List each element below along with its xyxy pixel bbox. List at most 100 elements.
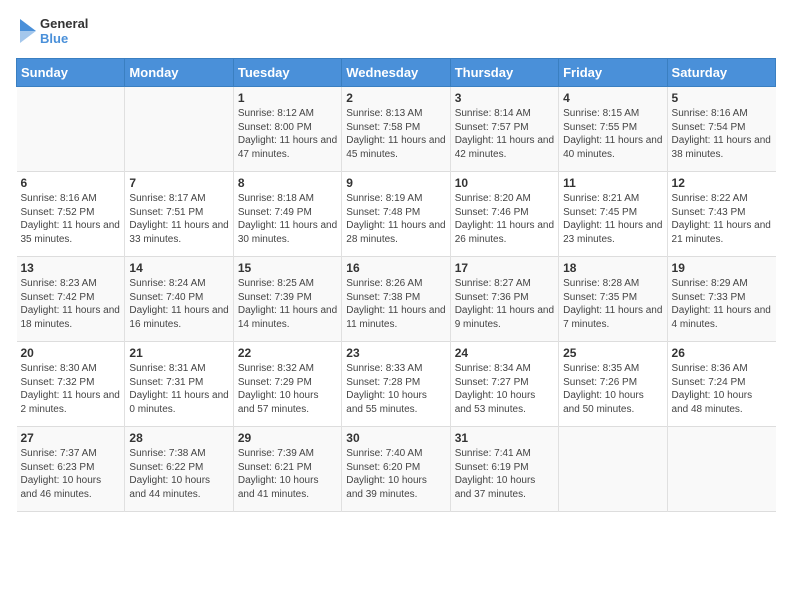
calendar-cell: 1 Sunrise: 8:12 AMSunset: 8:00 PMDaylight… xyxy=(233,87,341,172)
day-info: Sunrise: 8:15 AMSunset: 7:55 PMDaylight:… xyxy=(563,107,662,161)
day-number: 29 xyxy=(238,431,337,445)
calendar-cell: 3Sunrise: 8:14 AMSunset: 7:57 PMDaylight… xyxy=(450,87,558,172)
day-number: 16 xyxy=(346,261,445,275)
calendar-week-5: 27Sunrise: 7:37 AMSunset: 6:23 PMDayligh… xyxy=(17,427,776,512)
calendar-cell: 10 Sunrise: 8:20 AMSunset: 7:46 PMDayligh… xyxy=(450,172,558,257)
day-info: Sunrise: 7:38 AMSunset: 6:22 PMDaylight:… xyxy=(129,447,228,501)
day-info: Sunrise: 8:20 AMSunset: 7:46 PMDaylight:… xyxy=(455,192,554,246)
day-info: Sunrise: 8:27 AMSunset: 7:36 PMDaylight:… xyxy=(455,277,554,331)
day-number: 21 xyxy=(129,346,228,360)
calendar-cell: 16 Sunrise: 8:26 AMSunset: 7:38 PMDayligh… xyxy=(342,257,450,342)
calendar-cell: 8Sunrise: 8:18 AMSunset: 7:49 PMDaylight… xyxy=(233,172,341,257)
day-number: 23 xyxy=(346,346,445,360)
calendar-cell: 14 Sunrise: 8:24 AMSunset: 7:40 PMDayligh… xyxy=(125,257,233,342)
calendar-cell: 23 Sunrise: 8:33 AMSunset: 7:28 PMDayligh… xyxy=(342,342,450,427)
day-number: 2 xyxy=(346,91,445,105)
day-number: 4 xyxy=(563,91,662,105)
calendar-cell: 13 Sunrise: 8:23 AMSunset: 7:42 PMDayligh… xyxy=(17,257,125,342)
day-number: 10 xyxy=(455,176,554,190)
day-number: 27 xyxy=(21,431,121,445)
calendar-cell: 12 Sunrise: 8:22 AMSunset: 7:43 PMDayligh… xyxy=(667,172,775,257)
day-info: Sunrise: 8:16 AMSunset: 7:52 PMDaylight:… xyxy=(21,192,121,246)
day-info: Sunrise: 8:21 AMSunset: 7:45 PMDaylight:… xyxy=(563,192,662,246)
day-info: Sunrise: 8:13 AMSunset: 7:58 PMDaylight:… xyxy=(346,107,445,161)
day-info: Sunrise: 8:25 AMSunset: 7:39 PMDaylight:… xyxy=(238,277,337,331)
day-info: Sunrise: 8:14 AMSunset: 7:57 PMDaylight:… xyxy=(455,107,554,161)
day-info: Sunrise: 8:28 AMSunset: 7:35 PMDaylight:… xyxy=(563,277,662,331)
calendar-cell: 2 Sunrise: 8:13 AMSunset: 7:58 PMDaylight… xyxy=(342,87,450,172)
day-info: Sunrise: 8:24 AMSunset: 7:40 PMDaylight:… xyxy=(129,277,228,331)
calendar-cell xyxy=(17,87,125,172)
day-info: Sunrise: 8:31 AMSunset: 7:31 PMDaylight:… xyxy=(129,362,228,416)
day-number: 26 xyxy=(672,346,772,360)
calendar-cell: 18 Sunrise: 8:28 AMSunset: 7:35 PMDayligh… xyxy=(559,257,667,342)
day-info: Sunrise: 8:12 AMSunset: 8:00 PMDaylight:… xyxy=(238,107,337,161)
day-info: Sunrise: 8:22 AMSunset: 7:43 PMDaylight:… xyxy=(672,192,772,246)
day-number: 22 xyxy=(238,346,337,360)
header-sunday: Sunday xyxy=(17,59,125,87)
header-saturday: Saturday xyxy=(667,59,775,87)
calendar-cell: 27Sunrise: 7:37 AMSunset: 6:23 PMDayligh… xyxy=(17,427,125,512)
calendar-cell xyxy=(559,427,667,512)
day-info: Sunrise: 8:16 AMSunset: 7:54 PMDaylight:… xyxy=(672,107,772,161)
day-info: Sunrise: 8:29 AMSunset: 7:33 PMDaylight:… xyxy=(672,277,772,331)
day-number: 5 xyxy=(672,91,772,105)
calendar-cell: 7Sunrise: 8:17 AMSunset: 7:51 PMDaylight… xyxy=(125,172,233,257)
day-info: Sunrise: 8:36 AMSunset: 7:24 PMDaylight:… xyxy=(672,362,772,416)
header-tuesday: Tuesday xyxy=(233,59,341,87)
day-info: Sunrise: 8:26 AMSunset: 7:38 PMDaylight:… xyxy=(346,277,445,331)
logo-blue-text: Blue xyxy=(40,31,88,46)
calendar-cell: 26 Sunrise: 8:36 AMSunset: 7:24 PMDayligh… xyxy=(667,342,775,427)
day-info: Sunrise: 8:23 AMSunset: 7:42 PMDaylight:… xyxy=(21,277,121,331)
calendar-cell: 5 Sunrise: 8:16 AMSunset: 7:54 PMDaylight… xyxy=(667,87,775,172)
day-number: 15 xyxy=(238,261,337,275)
calendar-cell: 29 Sunrise: 7:39 AMSunset: 6:21 PMDayligh… xyxy=(233,427,341,512)
calendar-cell: 15 Sunrise: 8:25 AMSunset: 7:39 PMDayligh… xyxy=(233,257,341,342)
header-thursday: Thursday xyxy=(450,59,558,87)
day-number: 19 xyxy=(672,261,772,275)
calendar-cell: 20 Sunrise: 8:30 AMSunset: 7:32 PMDayligh… xyxy=(17,342,125,427)
day-number: 11 xyxy=(563,176,662,190)
day-number: 24 xyxy=(455,346,554,360)
day-info: Sunrise: 7:40 AMSunset: 6:20 PMDaylight:… xyxy=(346,447,445,501)
calendar-cell: 4 Sunrise: 8:15 AMSunset: 7:55 PMDaylight… xyxy=(559,87,667,172)
calendar-week-4: 20 Sunrise: 8:30 AMSunset: 7:32 PMDayligh… xyxy=(17,342,776,427)
calendar-cell: 25Sunrise: 8:35 AMSunset: 7:26 PMDayligh… xyxy=(559,342,667,427)
day-number: 20 xyxy=(21,346,121,360)
day-number: 8 xyxy=(238,176,337,190)
header-monday: Monday xyxy=(125,59,233,87)
calendar-cell xyxy=(125,87,233,172)
day-info: Sunrise: 8:19 AMSunset: 7:48 PMDaylight:… xyxy=(346,192,445,246)
calendar-cell xyxy=(667,427,775,512)
calendar-week-1: 1 Sunrise: 8:12 AMSunset: 8:00 PMDaylight… xyxy=(17,87,776,172)
calendar-cell: 6 Sunrise: 8:16 AMSunset: 7:52 PMDaylight… xyxy=(17,172,125,257)
calendar-cell: 31Sunrise: 7:41 AMSunset: 6:19 PMDayligh… xyxy=(450,427,558,512)
day-number: 17 xyxy=(455,261,554,275)
day-number: 6 xyxy=(21,176,121,190)
day-info: Sunrise: 8:33 AMSunset: 7:28 PMDaylight:… xyxy=(346,362,445,416)
day-number: 14 xyxy=(129,261,228,275)
day-info: Sunrise: 8:32 AMSunset: 7:29 PMDaylight:… xyxy=(238,362,337,416)
calendar-cell: 11 Sunrise: 8:21 AMSunset: 7:45 PMDayligh… xyxy=(559,172,667,257)
day-info: Sunrise: 7:41 AMSunset: 6:19 PMDaylight:… xyxy=(455,447,554,501)
calendar-cell: 24 Sunrise: 8:34 AMSunset: 7:27 PMDayligh… xyxy=(450,342,558,427)
day-info: Sunrise: 8:35 AMSunset: 7:26 PMDaylight:… xyxy=(563,362,662,416)
day-info: Sunrise: 8:30 AMSunset: 7:32 PMDaylight:… xyxy=(21,362,121,416)
calendar-cell: 22 Sunrise: 8:32 AMSunset: 7:29 PMDayligh… xyxy=(233,342,341,427)
calendar-header-row: SundayMondayTuesdayWednesdayThursdayFrid… xyxy=(17,59,776,87)
day-number: 18 xyxy=(563,261,662,275)
day-info: Sunrise: 7:39 AMSunset: 6:21 PMDaylight:… xyxy=(238,447,337,501)
calendar-cell: 30Sunrise: 7:40 AMSunset: 6:20 PMDayligh… xyxy=(342,427,450,512)
calendar-cell: 19 Sunrise: 8:29 AMSunset: 7:33 PMDayligh… xyxy=(667,257,775,342)
calendar-cell: 28Sunrise: 7:38 AMSunset: 6:22 PMDayligh… xyxy=(125,427,233,512)
day-number: 12 xyxy=(672,176,772,190)
page-header: General Blue xyxy=(16,16,776,46)
calendar-cell: 17 Sunrise: 8:27 AMSunset: 7:36 PMDayligh… xyxy=(450,257,558,342)
logo-general-text: General xyxy=(40,16,88,31)
day-number: 1 xyxy=(238,91,337,105)
day-info: Sunrise: 8:34 AMSunset: 7:27 PMDaylight:… xyxy=(455,362,554,416)
calendar-cell: 21 Sunrise: 8:31 AMSunset: 7:31 PMDayligh… xyxy=(125,342,233,427)
day-info: Sunrise: 8:17 AMSunset: 7:51 PMDaylight:… xyxy=(129,192,228,246)
calendar-week-3: 13 Sunrise: 8:23 AMSunset: 7:42 PMDayligh… xyxy=(17,257,776,342)
day-number: 13 xyxy=(21,261,121,275)
